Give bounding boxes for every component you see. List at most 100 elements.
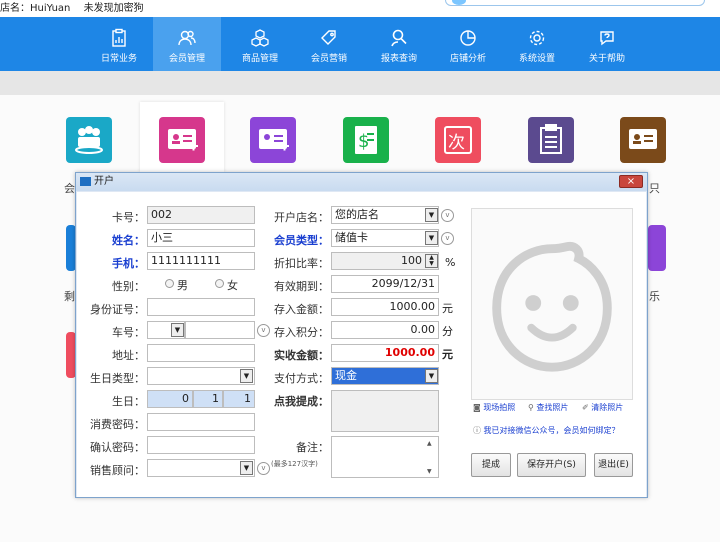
confirm-pwd-field[interactable] xyxy=(147,436,255,454)
chevron-down-icon[interactable]: ▼ xyxy=(425,208,438,222)
phone-field[interactable]: 1111111111 xyxy=(147,252,255,270)
advisor-label: 销售顾问： xyxy=(90,464,145,477)
clear-photo-label: 清除照片 xyxy=(591,403,624,412)
deposit-field[interactable]: 1000.00 xyxy=(331,298,439,316)
advisor-select[interactable] xyxy=(147,459,255,477)
times-icon: 次 xyxy=(444,126,472,154)
plate-field[interactable] xyxy=(185,321,255,339)
discount-unit: % xyxy=(445,256,456,269)
camera-icon: ◙ xyxy=(473,403,484,412)
paymethod-label: 支付方式： xyxy=(274,372,329,385)
deposit-label: 存入金额： xyxy=(274,303,329,316)
commission-label: 点我提成： xyxy=(274,395,329,408)
partial-tile-right[interactable] xyxy=(648,225,666,271)
card-no-field[interactable]: 002 xyxy=(147,206,255,224)
store-label: 开户店名： xyxy=(274,211,329,224)
id-card-tile[interactable] xyxy=(620,117,666,163)
gender-male-radio[interactable] xyxy=(165,279,174,288)
commission-box[interactable] xyxy=(331,390,439,432)
chevron-down-circle-icon[interactable]: v xyxy=(257,462,270,475)
chevron-down-icon[interactable]: ▼ xyxy=(425,231,438,245)
smiley-placeholder-icon xyxy=(492,241,612,372)
tile-label-left: 剩 xyxy=(64,290,75,303)
actual-unit: 元 xyxy=(442,348,453,361)
open-account-tile[interactable] xyxy=(159,117,205,163)
nav-label: 会员营销 xyxy=(310,54,347,64)
nav-report-query[interactable]: 报表查询 xyxy=(365,17,433,71)
gender-male-label: 男 xyxy=(177,279,188,292)
top-info-bar: 店名：HuiYuan 未发现加密狗 xyxy=(0,0,720,17)
gender-female-radio[interactable] xyxy=(215,279,224,288)
tile-label-right: 只 xyxy=(649,182,660,195)
chevron-down-circle-icon[interactable]: v xyxy=(441,232,454,245)
chevron-down-icon[interactable]: ▼ xyxy=(171,323,184,337)
chevron-down-icon[interactable]: ▼ xyxy=(425,369,438,383)
member-card-tile[interactable] xyxy=(250,117,296,163)
dialog-title: 开户 xyxy=(94,176,114,187)
scroll-down-icon[interactable]: ▼ xyxy=(427,468,432,475)
nav-system-settings[interactable]: 系统设置 xyxy=(503,17,571,71)
stepper-icon[interactable]: ▲ ▼ xyxy=(425,254,438,268)
tag-icon xyxy=(321,30,336,45)
address-field[interactable] xyxy=(147,344,255,362)
member-photo-area[interactable] xyxy=(471,208,633,400)
member-group-tile[interactable] xyxy=(66,117,112,163)
nav-about-help[interactable]: 关于帮助 xyxy=(573,17,641,71)
paypwd-field[interactable] xyxy=(147,413,255,431)
add-card-icon xyxy=(259,129,289,151)
search-person-icon xyxy=(391,29,407,47)
nav-label: 系统设置 xyxy=(518,54,555,64)
paymethod-select[interactable]: 现金 xyxy=(331,367,439,385)
dialog-titlebar: 开户 × xyxy=(76,173,647,191)
idcard-field[interactable] xyxy=(147,298,255,316)
nav-label: 关于帮助 xyxy=(588,54,625,64)
clipboard-list-icon xyxy=(540,124,562,154)
points-label: 存入积分： xyxy=(274,326,329,339)
remark-textarea[interactable] xyxy=(331,436,439,478)
members-icon xyxy=(178,30,196,46)
capture-photo-link[interactable]: ◙ 现场拍照 xyxy=(473,402,515,413)
scroll-up-icon[interactable]: ▲ xyxy=(427,440,432,447)
nav-label: 报表查询 xyxy=(380,54,417,64)
records-tile[interactable] xyxy=(528,117,574,163)
points-unit: 分 xyxy=(442,325,453,338)
count-tile[interactable]: 次 xyxy=(435,117,481,163)
store-select[interactable]: 您的店名 xyxy=(331,206,439,224)
expire-field[interactable]: 2099/12/31 xyxy=(331,275,439,293)
clear-photo-link[interactable]: ✐ 清除照片 xyxy=(582,402,623,413)
birth-day-field[interactable]: 1 xyxy=(223,390,255,408)
name-label: 姓名： xyxy=(112,234,145,247)
add-card-icon xyxy=(168,129,198,151)
find-photo-link[interactable]: ⚲ 查找照片 xyxy=(528,402,568,413)
commission-button[interactable]: 提成 xyxy=(471,453,511,477)
card-no-label: 卡号： xyxy=(112,211,145,224)
nav-member-marketing[interactable]: 会员营销 xyxy=(295,17,363,71)
gender-label: 性别： xyxy=(112,280,145,293)
nav-store-analysis[interactable]: 店铺分析 xyxy=(434,17,502,71)
discount-field[interactable]: 100 xyxy=(331,252,439,270)
nav-daily-business[interactable]: 日常业务 xyxy=(85,17,153,71)
chevron-down-icon[interactable]: ▼ xyxy=(240,461,253,475)
birth-year-field[interactable]: 0 xyxy=(147,390,193,408)
recharge-tile[interactable]: $ xyxy=(343,117,389,163)
clipboard-icon xyxy=(112,28,126,47)
save-account-button[interactable]: 保存开户(S) xyxy=(517,453,586,477)
paypwd-label: 消费密码： xyxy=(90,418,145,431)
app-icon xyxy=(80,176,91,186)
svg-text:次: 次 xyxy=(448,133,465,153)
points-field[interactable]: 0.00 xyxy=(331,321,439,339)
plate-label: 车号： xyxy=(112,326,145,339)
chevron-down-icon[interactable]: ▼ xyxy=(240,369,253,383)
exit-button[interactable]: 退出(E) xyxy=(594,453,633,477)
name-field[interactable]: 小三 xyxy=(147,229,255,247)
member-type-select[interactable]: 储值卡 xyxy=(331,229,439,247)
dialog-body: 卡号： 002 姓名： 小三 手机： 1111111111 性别： 男 女 身份… xyxy=(77,192,646,497)
nav-member-management[interactable]: 会员管理 xyxy=(153,17,221,71)
close-button[interactable]: × xyxy=(619,175,643,188)
birthtype-select[interactable] xyxy=(147,367,255,385)
capture-label: 现场拍照 xyxy=(483,403,516,412)
birth-month-field[interactable]: 1 xyxy=(193,390,223,408)
chevron-down-circle-icon[interactable]: v xyxy=(441,209,454,222)
nav-product-management[interactable]: 商品管理 xyxy=(226,17,294,71)
wechat-bind-link[interactable]: ⓘ 我已对接微信公众号，会员如何绑定？ xyxy=(473,425,620,436)
